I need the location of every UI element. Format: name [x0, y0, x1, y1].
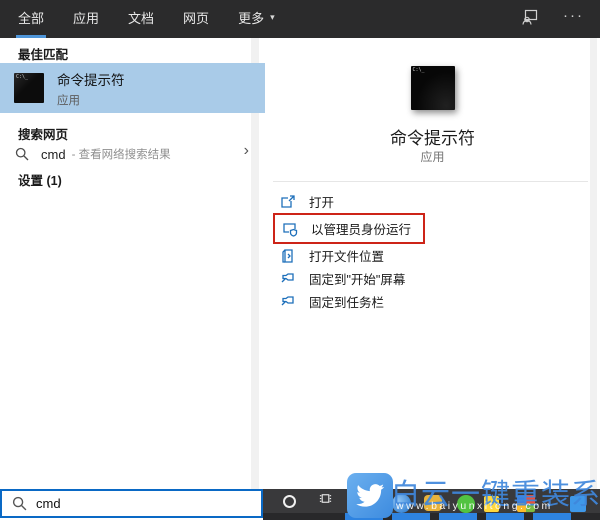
tab-more-label: 更多 — [238, 11, 265, 26]
feedback-icon[interactable] — [521, 8, 539, 26]
window-thumb[interactable] — [392, 513, 430, 520]
settings-header: 设置 (1) — [18, 174, 62, 188]
best-match-header: 最佳匹配 — [18, 48, 69, 62]
web-hint-text: - 查看网络搜索结果 — [71, 149, 171, 161]
result-detail-panel: 命令提示符 应用 打开 — [265, 38, 600, 489]
cmd-terminal-icon-large — [410, 66, 455, 110]
cortana-icon — [282, 494, 296, 508]
tab-web[interactable]: 网页 — [181, 0, 211, 38]
watermark-url: www.baiyunxitong.com — [396, 500, 553, 512]
run-as-admin-icon — [282, 221, 298, 237]
action-pin-to-start[interactable]: 固定到"开始"屏幕 — [265, 267, 600, 290]
open-file-location-icon — [280, 248, 296, 264]
action-open-file-location[interactable]: 打开文件位置 — [265, 244, 600, 267]
action-pin-to-start-label: 固定到"开始"屏幕 — [309, 273, 406, 287]
search-icon — [15, 147, 29, 161]
search-filter-tabbar: 全部 应用 文档 网页 更多 ▾ ··· — [0, 0, 600, 38]
chevron-down-icon: ▾ — [270, 12, 275, 22]
more-options-icon[interactable]: ··· — [563, 7, 584, 28]
action-list: 打开 以管理员身份运行 打开文件位置 固定到"开始"屏幕 固定到任务栏 — [265, 190, 600, 313]
cortana-button[interactable] — [275, 492, 303, 510]
window-thumb[interactable] — [486, 513, 524, 520]
windows-search-panel: 全部 应用 文档 网页 更多 ▾ ··· 最佳匹配 C:\_ 命令提示符 应用 … — [0, 0, 600, 520]
tab-web-label: 网页 — [183, 11, 210, 26]
open-icon — [280, 194, 296, 210]
web-query-text: cmd — [41, 146, 66, 162]
task-view-button[interactable] — [311, 492, 339, 510]
tab-all[interactable]: 全部 — [16, 0, 47, 38]
action-open[interactable]: 打开 — [265, 190, 600, 213]
tab-apps[interactable]: 应用 — [71, 0, 101, 38]
taskbar-search-box[interactable] — [0, 489, 263, 518]
detail-divider — [273, 181, 588, 182]
best-match-text: 命令提示符 应用 — [57, 69, 125, 108]
window-thumb[interactable] — [439, 513, 477, 520]
action-pin-to-taskbar[interactable]: 固定到任务栏 — [265, 290, 600, 313]
pin-icon — [280, 271, 296, 287]
highlight-annotation-box: 以管理员身份运行 — [273, 213, 426, 244]
search-input[interactable] — [36, 496, 216, 511]
tabbar-right-controls: ··· — [521, 0, 584, 38]
best-match-title: 命令提示符 — [57, 72, 125, 88]
tab-apps-label: 应用 — [73, 11, 100, 26]
detail-subtitle: 应用 — [420, 150, 445, 164]
action-pin-to-taskbar-label: 固定到任务栏 — [309, 296, 385, 310]
search-icon — [12, 496, 27, 511]
task-view-icon — [318, 491, 333, 511]
best-match-result-cmd[interactable]: 命令提示符 应用 — [0, 63, 265, 113]
tab-more[interactable]: 更多 ▾ — [236, 0, 277, 38]
search-results-panel: 最佳匹配 命令提示符 应用 搜索网页 cmd - 查看网络搜索结果 › 设置 (… — [0, 38, 265, 489]
tab-documents[interactable]: 文档 — [126, 0, 156, 38]
window-thumb[interactable] — [533, 513, 571, 520]
filter-tabs: 全部 应用 文档 网页 更多 ▾ — [16, 0, 277, 38]
action-run-as-admin[interactable]: 以管理员身份运行 — [275, 217, 411, 240]
action-open-label: 打开 — [309, 196, 335, 210]
web-search-result-cmd[interactable]: cmd - 查看网络搜索结果 › — [0, 141, 265, 167]
bird-logo — [347, 473, 393, 518]
chevron-right-icon[interactable]: › — [244, 142, 249, 160]
cmd-terminal-icon — [14, 73, 44, 103]
action-run-as-admin-label: 以管理员身份运行 — [311, 223, 412, 237]
action-open-file-location-label: 打开文件位置 — [309, 250, 385, 264]
tab-documents-label: 文档 — [128, 11, 155, 26]
tab-all-label: 全部 — [18, 11, 45, 26]
pin-icon — [280, 294, 296, 310]
best-match-subtitle: 应用 — [57, 94, 80, 107]
detail-title: 命令提示符 — [390, 129, 475, 148]
bottom-window-strip — [263, 513, 600, 520]
